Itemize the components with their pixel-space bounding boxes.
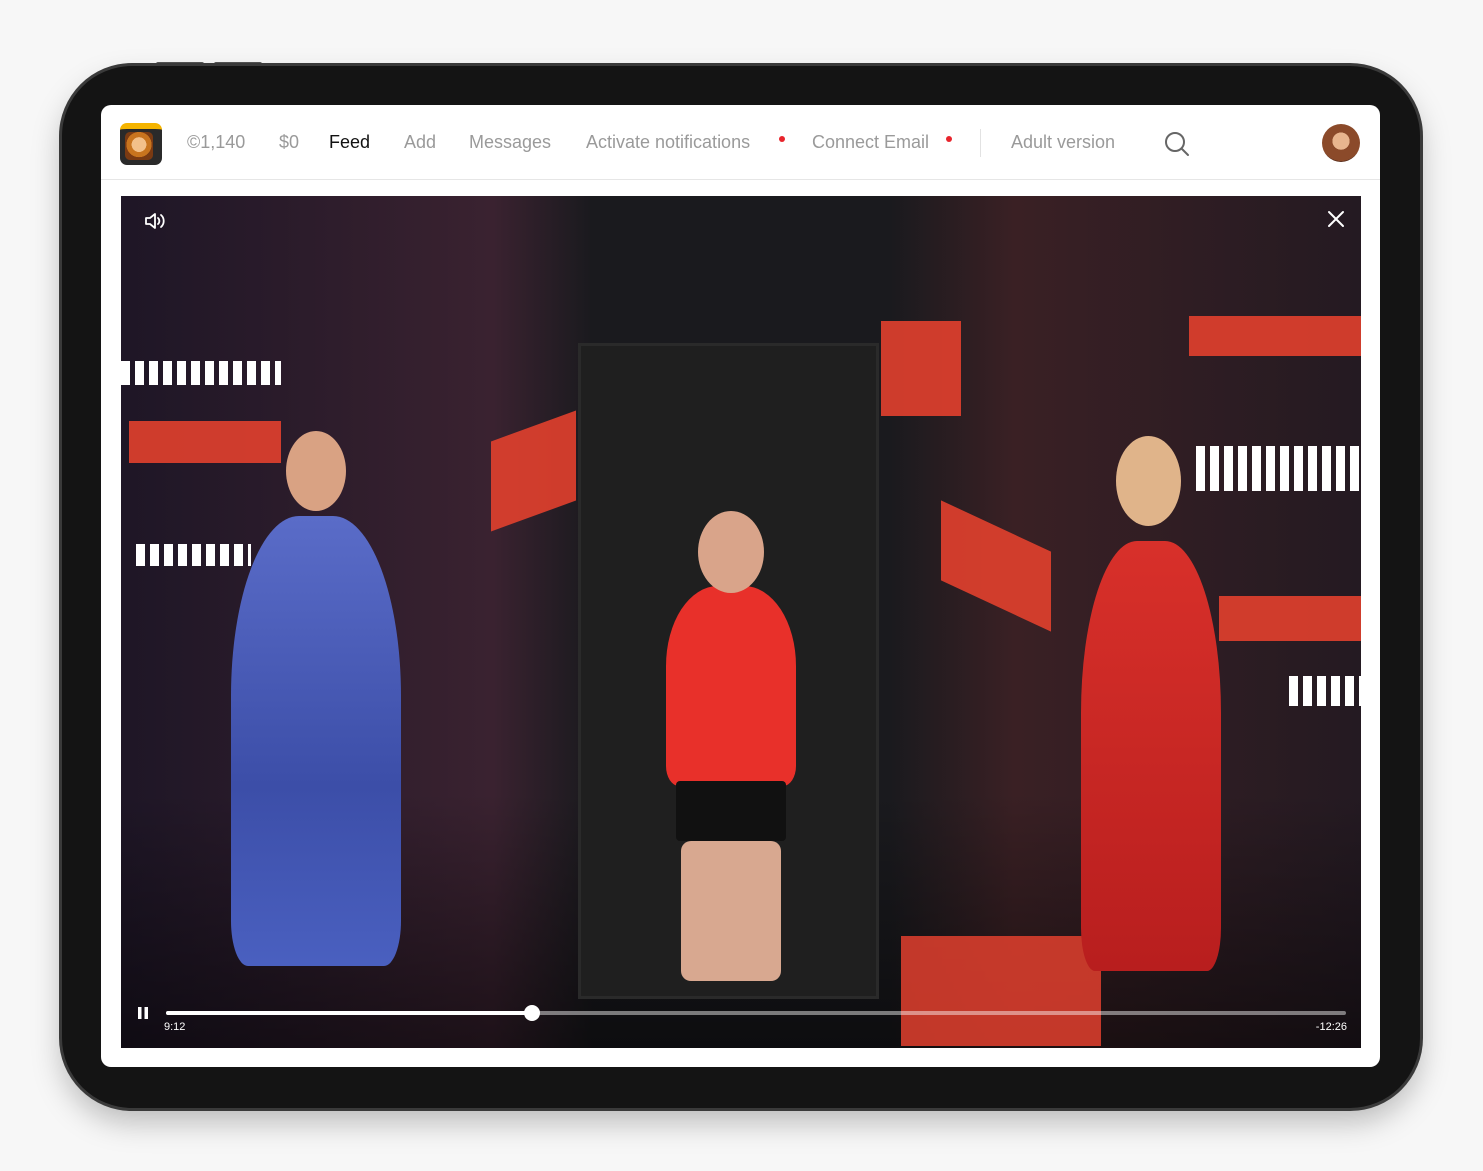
money-balance[interactable]: $0	[279, 132, 299, 153]
stage-panel	[1189, 316, 1361, 356]
remaining-time: -12:26	[1315, 1021, 1347, 1033]
stage-panel	[941, 500, 1051, 632]
coin-balance[interactable]: ©1,140	[187, 132, 245, 153]
stage-panel	[491, 410, 576, 532]
search-icon[interactable]	[1164, 131, 1190, 157]
video-player[interactable]: 9:12 -12:26	[121, 196, 1361, 1048]
person-figure	[1116, 436, 1181, 526]
progress-knob[interactable]	[523, 1005, 540, 1021]
person-figure	[698, 511, 764, 593]
elapsed-time: 9:12	[164, 1021, 186, 1033]
stage-panel	[881, 321, 961, 416]
stage-screen	[581, 346, 876, 996]
top-nav: ©1,140 $0 Feed Add Messages Activate not…	[101, 105, 1380, 180]
nav-connect-email[interactable]: Connect Email	[812, 132, 929, 153]
stage-lights	[121, 361, 281, 385]
stage-lights	[136, 544, 251, 566]
person-figure	[1081, 541, 1221, 971]
app-logo[interactable]	[120, 123, 162, 165]
stage-panel	[129, 421, 281, 463]
stage-panel	[1219, 596, 1361, 641]
avatar[interactable]	[1322, 124, 1360, 162]
pause-icon[interactable]	[137, 1006, 149, 1020]
nav-activate-notifications[interactable]: Activate notifications	[586, 132, 750, 153]
notification-badge	[779, 136, 785, 142]
person-figure	[666, 586, 796, 786]
person-figure	[231, 516, 401, 966]
progress-bar[interactable]	[166, 1005, 1346, 1021]
nav-feed[interactable]: Feed	[329, 132, 370, 153]
nav-messages[interactable]: Messages	[469, 132, 551, 153]
person-figure	[676, 781, 786, 841]
stage-floor	[901, 936, 1101, 1046]
close-icon[interactable]	[1327, 210, 1345, 228]
stage-lights	[1289, 676, 1361, 706]
nav-adult-version[interactable]: Adult version	[1011, 132, 1115, 153]
person-figure	[681, 841, 781, 981]
volume-icon[interactable]	[143, 210, 167, 232]
screen: ©1,140 $0 Feed Add Messages Activate not…	[101, 105, 1380, 1067]
nav-divider	[980, 129, 981, 157]
notification-badge	[946, 136, 952, 142]
stage-lights	[1196, 446, 1361, 491]
person-figure	[286, 431, 346, 511]
progress-fill	[166, 1011, 532, 1015]
nav-add[interactable]: Add	[404, 132, 436, 153]
